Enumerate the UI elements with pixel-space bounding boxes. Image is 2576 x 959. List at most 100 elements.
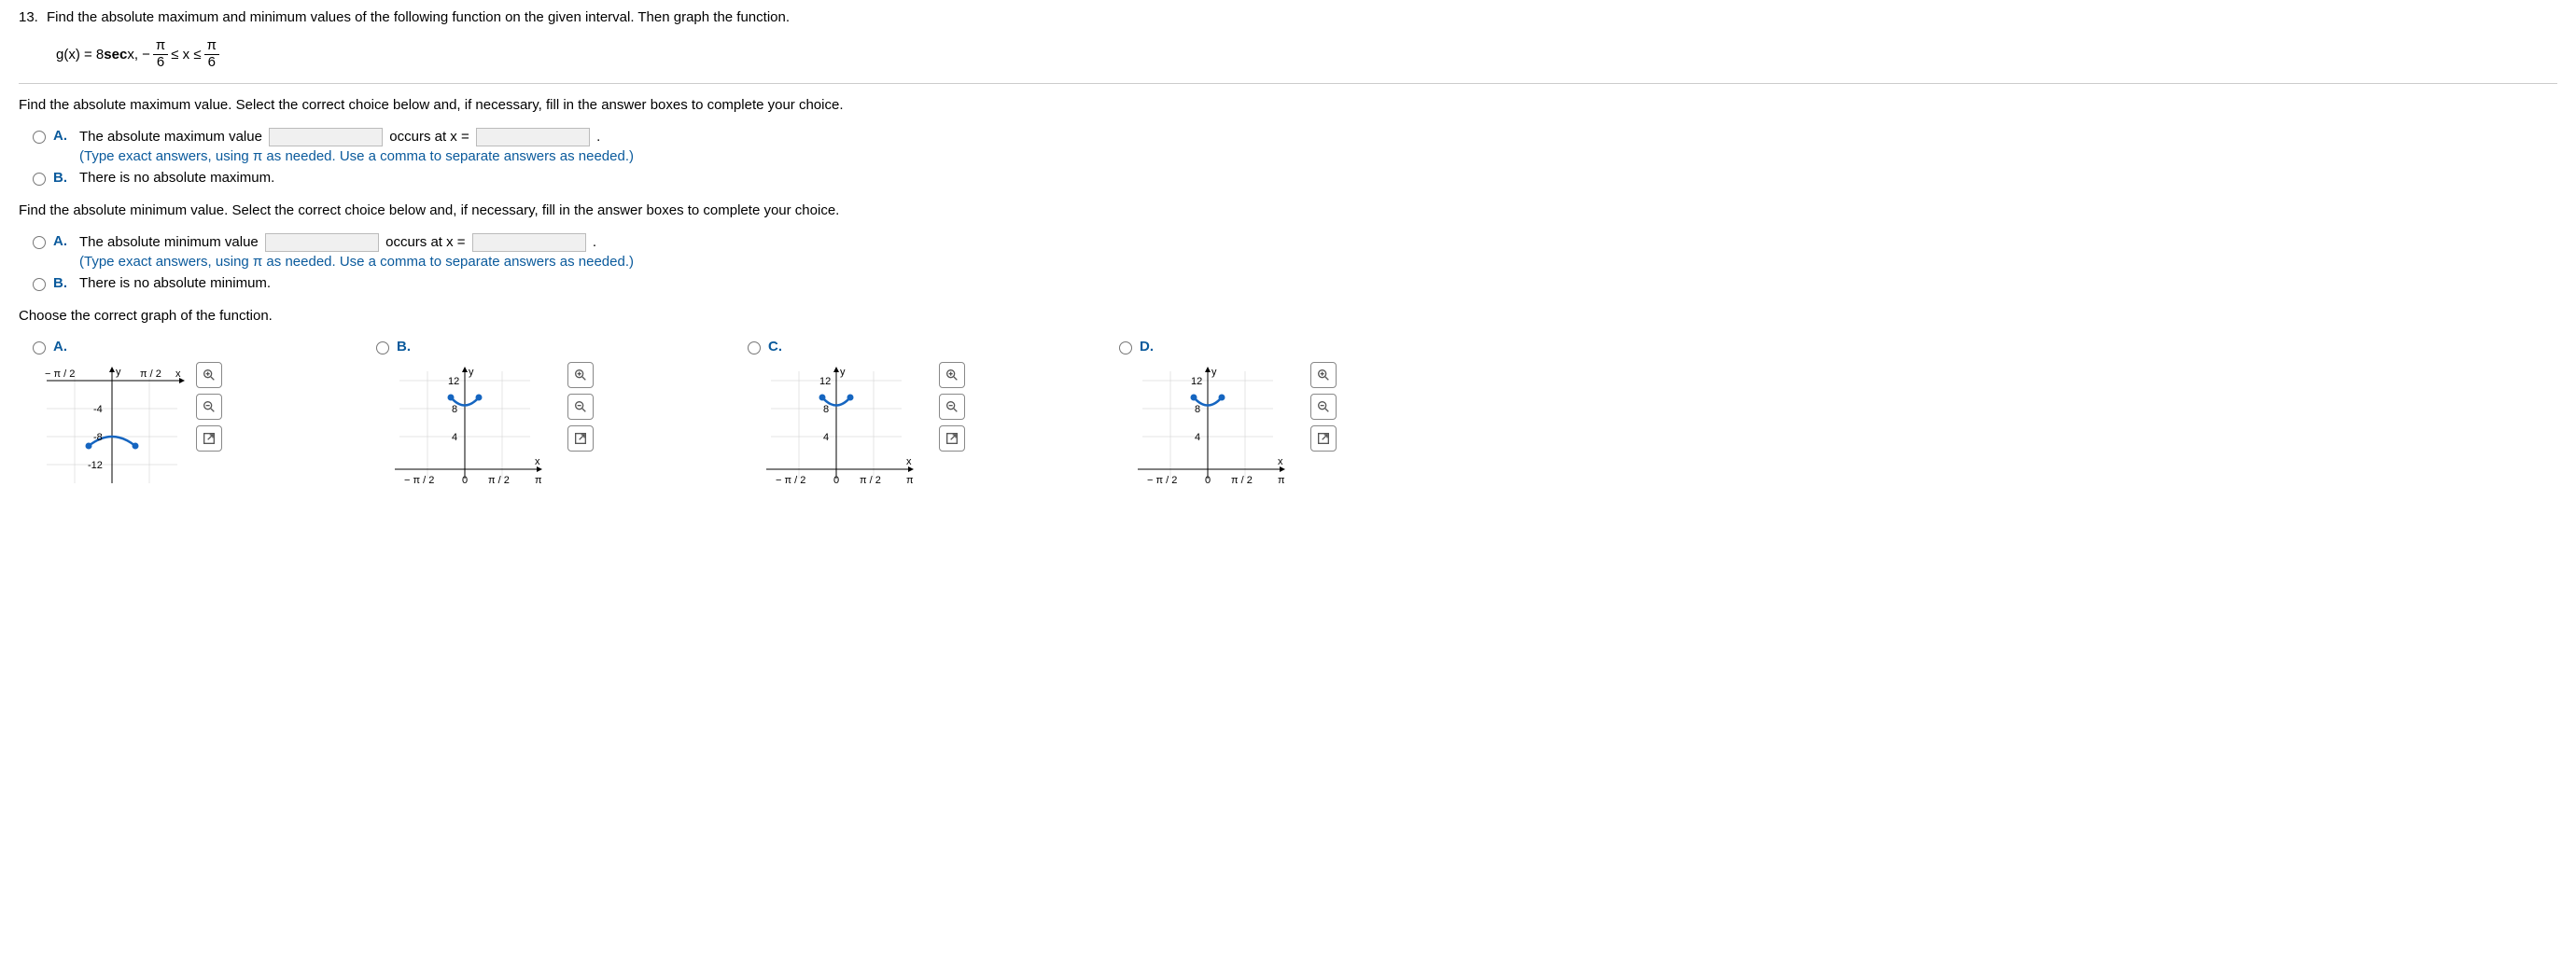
svg-text:− π / 2: − π / 2 xyxy=(1147,475,1177,486)
graph-label-c: C. xyxy=(768,339,782,354)
plot-c: y x 12 8 4 − π / 2 0 π / 2 π xyxy=(743,362,930,493)
svg-text:-8: -8 xyxy=(93,432,103,443)
svg-text:12: 12 xyxy=(819,376,831,387)
popout-icon[interactable] xyxy=(1310,425,1337,452)
svg-text:0: 0 xyxy=(833,475,839,486)
formula-sec: sec xyxy=(104,47,127,63)
choice-text-max-b: There is no absolute maximum. xyxy=(79,170,2557,186)
svg-text:x: x xyxy=(906,456,912,467)
min-a-text-1: The absolute minimum value xyxy=(79,234,262,250)
separator xyxy=(19,83,2557,84)
svg-text:− π / 2: − π / 2 xyxy=(776,475,805,486)
question-prompt: Find the absolute maximum and minimum va… xyxy=(47,9,2557,25)
svg-text:y: y xyxy=(1211,367,1217,378)
radio-min-b[interactable] xyxy=(33,278,46,291)
svg-text:x: x xyxy=(535,456,540,467)
svg-text:-4: -4 xyxy=(93,404,103,415)
svg-text:π / 2: π / 2 xyxy=(860,475,881,486)
svg-text:12: 12 xyxy=(448,376,459,387)
min-a-text-2: occurs at x = xyxy=(385,234,469,250)
popout-icon[interactable] xyxy=(567,425,594,452)
radio-graph-d[interactable] xyxy=(1119,341,1132,354)
popout-icon[interactable] xyxy=(196,425,222,452)
choice-label-a: A. xyxy=(53,128,72,144)
svg-text:-12: -12 xyxy=(88,460,103,471)
zoom-in-icon[interactable] xyxy=(1310,362,1337,388)
choice-text-min-b: There is no absolute minimum. xyxy=(79,275,2557,291)
question-number: 13. xyxy=(19,9,47,25)
input-max-value[interactable] xyxy=(269,128,383,146)
zoom-in-icon[interactable] xyxy=(939,362,965,388)
svg-text:4: 4 xyxy=(452,432,457,443)
svg-text:− π / 2: − π / 2 xyxy=(45,368,75,380)
plot-a: y x − π / 2 π / 2 -4 -8 -12 xyxy=(28,362,187,493)
zoom-out-icon[interactable] xyxy=(1310,394,1337,420)
choice-label-b-min: B. xyxy=(53,275,72,291)
min-a-text-3: . xyxy=(593,234,596,250)
input-max-x[interactable] xyxy=(476,128,590,146)
min-a-hint: (Type exact answers, using π as needed. … xyxy=(79,254,2557,270)
function-formula: g(x) = 8 sec x, − π 6 ≤ x ≤ π 6 xyxy=(56,38,2557,70)
svg-text:y: y xyxy=(116,367,121,378)
zoom-out-icon[interactable] xyxy=(567,394,594,420)
radio-min-a[interactable] xyxy=(33,236,46,249)
zoom-out-icon[interactable] xyxy=(939,394,965,420)
svg-text:4: 4 xyxy=(823,432,829,443)
svg-text:4: 4 xyxy=(1195,432,1200,443)
graph-option-d: D. xyxy=(1114,339,1337,493)
svg-text:π: π xyxy=(1278,475,1285,486)
svg-text:π / 2: π / 2 xyxy=(140,368,161,380)
frac-den: 6 xyxy=(154,55,167,71)
frac-pi-6-left: π 6 xyxy=(153,38,168,70)
svg-text:− π / 2: − π / 2 xyxy=(404,475,434,486)
svg-text:y: y xyxy=(469,367,474,378)
graph-label-d: D. xyxy=(1140,339,1154,354)
svg-text:x: x xyxy=(175,368,181,380)
formula-prefix: g(x) = 8 xyxy=(56,47,104,63)
max-a-hint: (Type exact answers, using π as needed. … xyxy=(79,148,2557,164)
max-a-text-1: The absolute maximum value xyxy=(79,129,266,145)
choice-text-max-a: The absolute maximum value occurs at x =… xyxy=(79,128,2557,164)
max-a-text-2: occurs at x = xyxy=(389,129,473,145)
radio-graph-c[interactable] xyxy=(748,341,761,354)
graph-label-b: B. xyxy=(397,339,411,354)
svg-text:0: 0 xyxy=(462,475,468,486)
radio-graph-b[interactable] xyxy=(376,341,389,354)
radio-max-a[interactable] xyxy=(33,131,46,144)
svg-text:8: 8 xyxy=(823,404,829,415)
svg-text:π: π xyxy=(535,475,542,486)
zoom-in-icon[interactable] xyxy=(567,362,594,388)
popout-icon[interactable] xyxy=(939,425,965,452)
graph-prompt: Choose the correct graph of the function… xyxy=(19,308,2557,324)
plot-b: y x 12 8 4 − π / 2 0 π / 2 π xyxy=(371,362,558,493)
min-prompt: Find the absolute minimum value. Select … xyxy=(19,202,2557,218)
svg-text:x: x xyxy=(1278,456,1283,467)
graph-option-a: A. xyxy=(28,339,222,493)
svg-text:8: 8 xyxy=(1195,404,1200,415)
input-min-value[interactable] xyxy=(265,233,379,252)
svg-text:12: 12 xyxy=(1191,376,1202,387)
graph-label-a: A. xyxy=(53,339,67,354)
zoom-out-icon[interactable] xyxy=(196,394,222,420)
choice-label-a-min: A. xyxy=(53,233,72,249)
choice-text-min-a: The absolute minimum value occurs at x =… xyxy=(79,233,2557,270)
radio-max-b[interactable] xyxy=(33,173,46,186)
formula-leq: ≤ x ≤ xyxy=(171,47,201,63)
svg-text:y: y xyxy=(840,367,846,378)
svg-text:π: π xyxy=(906,475,914,486)
frac-den: 6 xyxy=(205,55,218,71)
svg-text:0: 0 xyxy=(1205,475,1211,486)
frac-pi-6-right: π 6 xyxy=(204,38,219,70)
frac-num: π xyxy=(204,38,219,55)
svg-text:π / 2: π / 2 xyxy=(1231,475,1253,486)
frac-num: π xyxy=(153,38,168,55)
svg-text:8: 8 xyxy=(452,404,457,415)
zoom-in-icon[interactable] xyxy=(196,362,222,388)
formula-var: x, − xyxy=(127,47,150,63)
max-prompt: Find the absolute maximum value. Select … xyxy=(19,97,2557,113)
choice-label-b: B. xyxy=(53,170,72,186)
radio-graph-a[interactable] xyxy=(33,341,46,354)
graph-option-b: B. xyxy=(371,339,594,493)
max-a-text-3: . xyxy=(596,129,600,145)
input-min-x[interactable] xyxy=(472,233,586,252)
